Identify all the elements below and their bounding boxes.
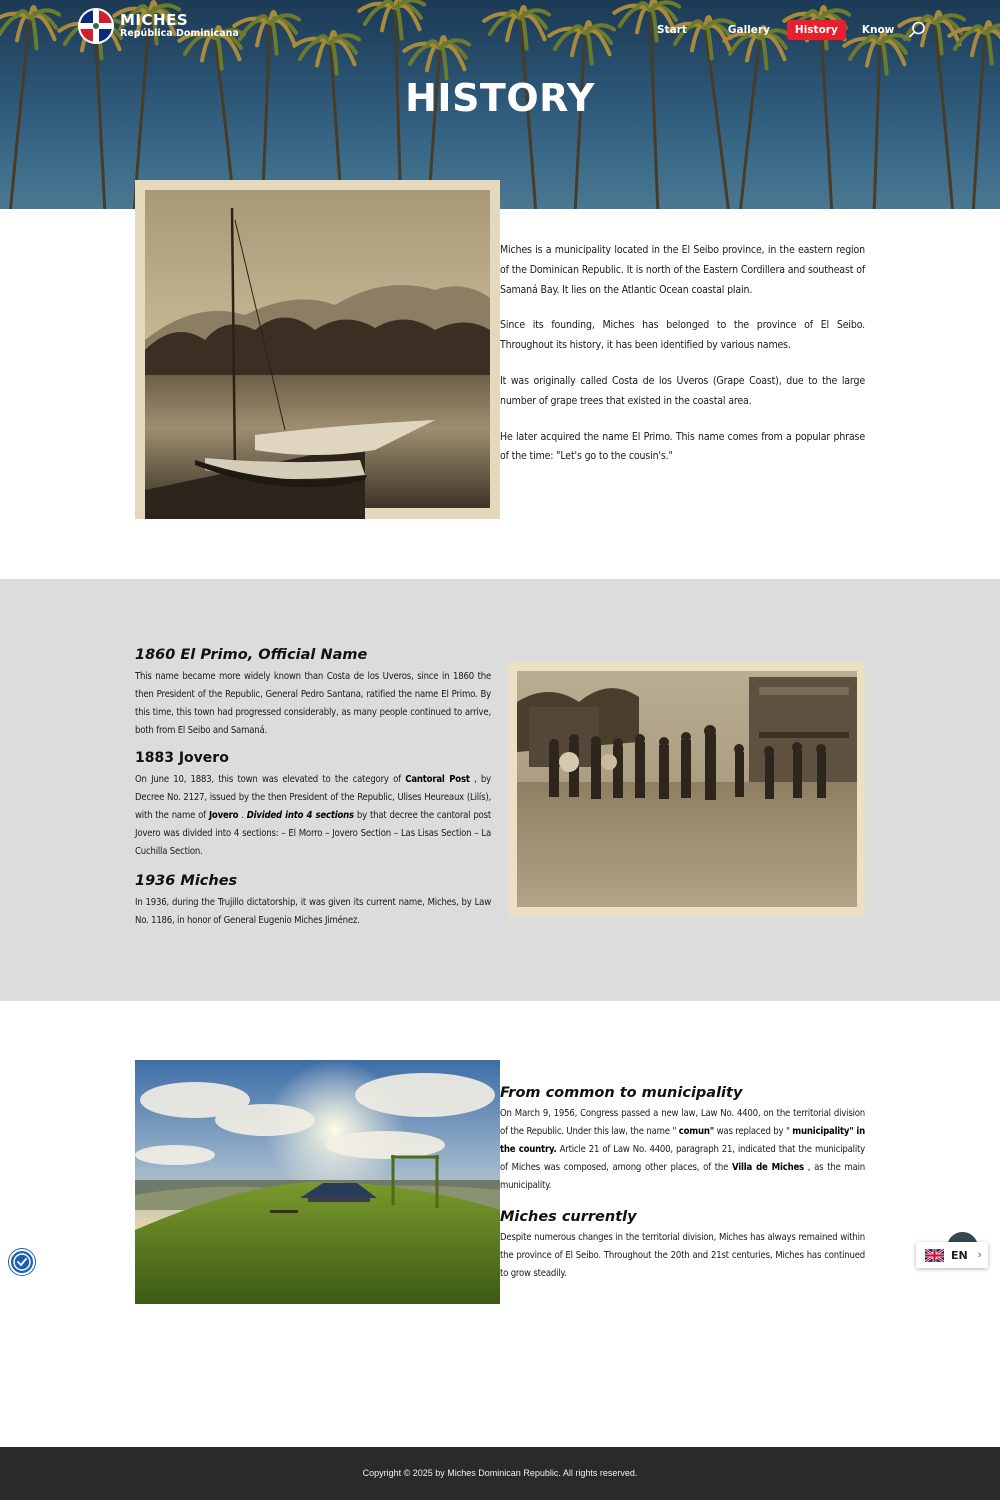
heading-1883: 1883 Jovero (135, 750, 229, 766)
heading-common-to-municipality: From common to municipality (500, 1085, 743, 1101)
heading-1860: 1860 El Primo, Official Name (135, 647, 368, 663)
parade-historic-photo (509, 662, 865, 917)
main-nav: Start Gallery History Know (645, 20, 902, 40)
intro-paragraph-2: Since its founding, Miches has belonged … (500, 319, 865, 352)
sailboat-historic-photo (135, 180, 500, 519)
intro-paragraph-3: It was originally called Costa de los Uv… (500, 374, 865, 407)
chevron-right-icon: › (977, 1249, 982, 1261)
dominican-flag-icon (78, 8, 114, 44)
uk-flag-icon (925, 1248, 944, 1262)
paragraph-1883: On June 10, 1883, this town was elevated… (135, 774, 492, 857)
miches-hilltop-photo (135, 1060, 500, 1304)
hero-banner: MICHES República Dominicana Start Galler… (0, 0, 1000, 209)
municipality-section: From common to municipality On March 9, … (0, 1001, 1000, 1447)
intro-paragraph-1: Miches is a municipality located in the … (500, 244, 865, 296)
nav-item-gallery[interactable]: Gallery (720, 20, 778, 40)
timeline-section: 1860 El Primo, Official Name This name b… (0, 579, 1000, 1001)
logo-subtitle: República Dominicana (120, 28, 239, 40)
intro-paragraph-4: He later acquired the name El Primo. Thi… (500, 430, 865, 463)
accessibility-icon (13, 1253, 31, 1271)
search-icon[interactable] (907, 20, 927, 40)
nav-item-start[interactable]: Start (649, 20, 695, 40)
paragraph-miches-currently: Despite numerous changes in the territor… (500, 1232, 865, 1279)
intro-section: Miches is a municipality located in the … (0, 180, 1000, 579)
accessibility-button[interactable] (9, 1249, 35, 1275)
heading-1936: 1936 Miches (135, 873, 238, 889)
language-switcher[interactable]: EN › (916, 1242, 988, 1268)
site-logo[interactable]: MICHES República Dominicana (78, 8, 239, 44)
paragraph-1936: In 1936, during the Trujillo dictatorshi… (135, 897, 491, 926)
nav-item-history[interactable]: History (786, 20, 846, 40)
logo-title: MICHES (120, 11, 189, 30)
footer: Copyright © 2025 by Miches Dominican Rep… (0, 1447, 1000, 1500)
footer-copyright: Copyright © 2025 by Miches Dominican Rep… (362, 1468, 638, 1478)
paragraph-common-to-municipality: On March 9, 1956, Congress passed a new … (500, 1108, 865, 1191)
page-title: HISTORY (405, 76, 595, 120)
heading-miches-currently: Miches currently (500, 1209, 637, 1225)
language-code: EN (951, 1248, 968, 1262)
nav-item-know[interactable]: Know (854, 20, 903, 40)
paragraph-1860: This name became more widely known than … (135, 671, 491, 736)
